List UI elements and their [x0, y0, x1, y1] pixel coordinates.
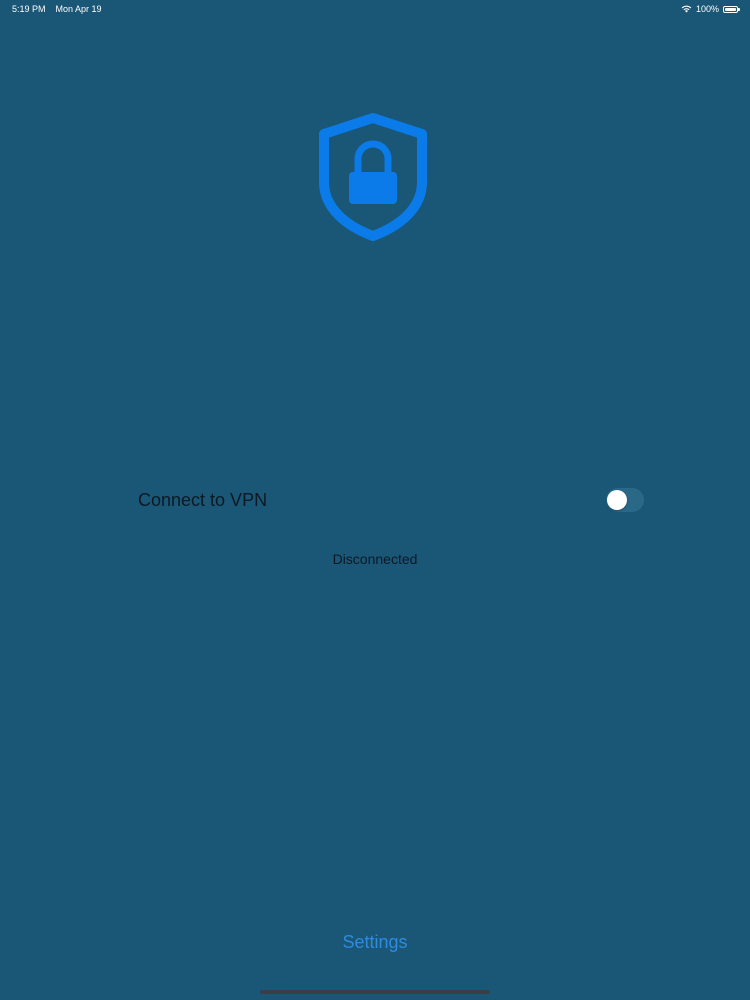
vpn-row: Connect to VPN [138, 484, 644, 518]
status-left: 5:19 PM Mon Apr 19 [12, 4, 102, 14]
vpn-toggle[interactable] [606, 488, 644, 512]
status-right: 100% [681, 4, 740, 14]
status-date: Mon Apr 19 [55, 4, 102, 14]
home-indicator[interactable] [260, 990, 490, 994]
toggle-knob [607, 490, 627, 510]
battery-percent: 100% [695, 4, 719, 14]
battery-icon [723, 5, 740, 13]
battery-fill [725, 7, 736, 11]
vpn-label: Connect to VPN [138, 490, 268, 510]
shield-lock-icon [319, 113, 427, 241]
connection-status: Disconnected [332, 551, 418, 567]
status-time: 5:19 PM [12, 4, 46, 14]
settings-button[interactable]: Settings [0, 932, 750, 953]
wifi-icon [681, 5, 692, 13]
status-bar: 5:19 PM Mon Apr 19 100% [0, 0, 750, 20]
